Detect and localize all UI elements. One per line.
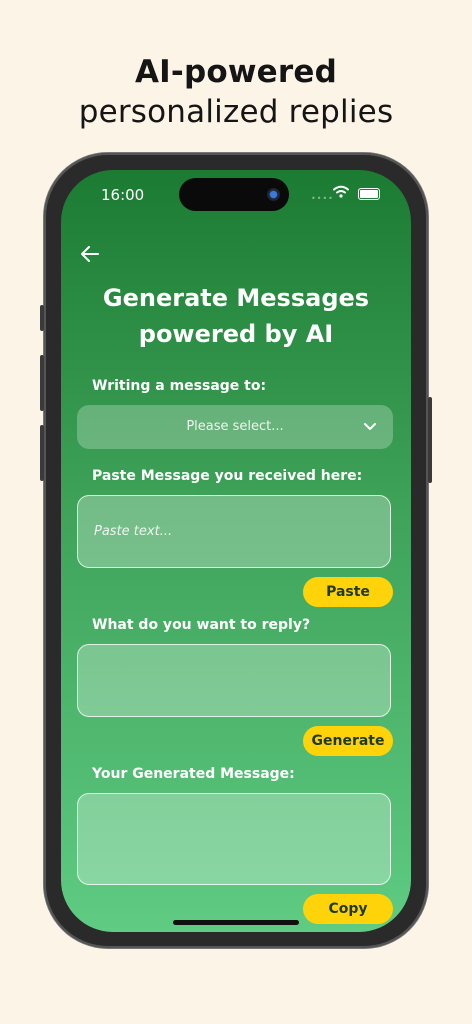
phone-volume-down xyxy=(40,425,44,481)
recipient-label: Writing a message to: xyxy=(92,378,267,394)
page-title-line-1: Generate Messages xyxy=(102,284,370,312)
paste-button[interactable]: Paste xyxy=(303,577,393,607)
page-title-line-2: powered by AI xyxy=(138,320,334,348)
received-message-placeholder: Paste text... xyxy=(94,524,173,539)
battery-icon xyxy=(358,188,380,200)
home-indicator[interactable] xyxy=(173,920,299,925)
arrow-left-icon[interactable] xyxy=(81,246,99,262)
recipient-select-value: Please select... xyxy=(186,419,284,434)
phone-power-button xyxy=(428,397,432,483)
headline-line-2: personalized replies xyxy=(78,94,394,130)
wifi-icon xyxy=(333,185,349,198)
camera-icon xyxy=(267,188,280,201)
phone-silent-switch xyxy=(40,305,44,331)
phone-volume-up xyxy=(40,355,44,411)
received-message-label: Paste Message you received here: xyxy=(92,468,363,484)
marketing-headline: AI-powered personalized replies xyxy=(0,52,472,132)
reply-intent-label: What do you want to reply? xyxy=(92,617,311,633)
signal-icon: •••• xyxy=(311,194,334,203)
generate-button[interactable]: Generate xyxy=(303,726,393,756)
status-time: 16:00 xyxy=(101,186,145,204)
page-title: Generate Messages powered by AI xyxy=(61,280,411,352)
generated-message-label: Your Generated Message: xyxy=(92,766,295,782)
copy-button[interactable]: Copy xyxy=(303,894,393,924)
generated-message-output[interactable] xyxy=(77,793,391,885)
dynamic-island xyxy=(179,178,289,211)
app-screen: 16:00 •••• Generate Messages powered by … xyxy=(61,170,411,932)
headline-line-1: AI-powered xyxy=(134,54,338,90)
reply-intent-input[interactable] xyxy=(77,644,391,717)
chevron-down-icon xyxy=(364,423,376,430)
received-message-input[interactable]: Paste text... xyxy=(77,495,391,568)
recipient-select[interactable]: Please select... xyxy=(77,405,393,449)
